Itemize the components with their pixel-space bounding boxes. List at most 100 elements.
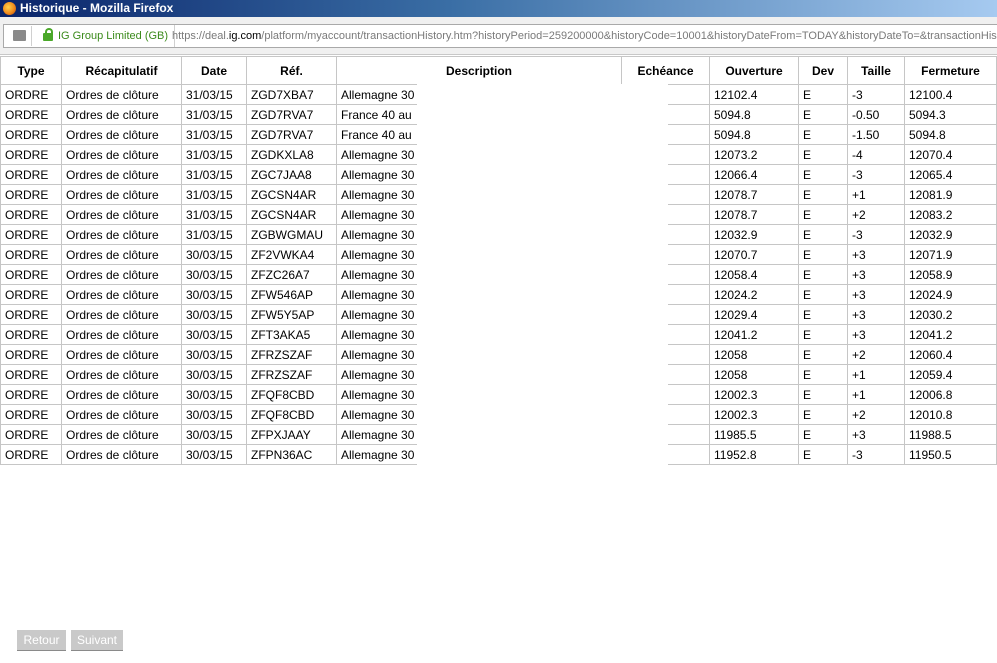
cell-type: ORDRE (0, 424, 62, 445)
cell-dev: E (798, 324, 848, 345)
cell-ref: ZGD7RVA7 (246, 124, 337, 145)
cell-type: ORDRE (0, 364, 62, 385)
cell-dev: E (798, 184, 848, 205)
column-header-type: Type (0, 56, 62, 85)
cell-recapitulatif: Ordres de clôture (61, 284, 182, 305)
cell-dev: E (798, 244, 848, 265)
cell-ouverture: 12024.2 (709, 284, 799, 305)
column-header-echeance: Echéance (621, 56, 710, 85)
cell-ref: ZGCSN4AR (246, 204, 337, 225)
cell-recapitulatif: Ordres de clôture (61, 84, 182, 105)
cell-recapitulatif: Ordres de clôture (61, 364, 182, 385)
cell-dev: E (798, 124, 848, 145)
cell-type: ORDRE (0, 204, 62, 225)
cell-ouverture: 12078.7 (709, 204, 799, 225)
suivant-button[interactable]: Suivant (71, 630, 123, 651)
cell-type: ORDRE (0, 404, 62, 425)
cell-date: 31/03/15 (181, 144, 247, 165)
cell-type: ORDRE (0, 224, 62, 245)
cell-taille: +3 (847, 304, 905, 325)
cell-taille: -4 (847, 144, 905, 165)
url-path: /platform/myaccount/transactionHistory.h… (261, 30, 997, 42)
cell-taille: +3 (847, 284, 905, 305)
cell-ouverture: 5094.8 (709, 104, 799, 125)
column-header-fermeture: Fermeture (904, 56, 997, 85)
cell-dev: E (798, 304, 848, 325)
url-field[interactable]: IG Group Limited (GB) https://deal.ig.co… (3, 24, 997, 48)
cell-dev: E (798, 444, 848, 465)
cell-recapitulatif: Ordres de clôture (61, 444, 182, 465)
cell-taille: +3 (847, 244, 905, 265)
cell-ouverture: 12066.4 (709, 164, 799, 185)
cell-ouverture: 12058.4 (709, 264, 799, 285)
cell-recapitulatif: Ordres de clôture (61, 404, 182, 425)
cell-taille: +2 (847, 204, 905, 225)
cell-date: 31/03/15 (181, 184, 247, 205)
cell-taille: +2 (847, 404, 905, 425)
cell-ref: ZFQF8CBD (246, 384, 337, 405)
cell-dev: E (798, 224, 848, 245)
cell-recapitulatif: Ordres de clôture (61, 304, 182, 325)
cell-date: 30/03/15 (181, 304, 247, 325)
redaction-overlay (417, 84, 668, 483)
table-header: Type Récapitulatif Date Réf. Description Eché… (0, 56, 997, 85)
cell-ref: ZGDKXLA8 (246, 144, 337, 165)
cell-fermeture: 12024.9 (904, 284, 997, 305)
cell-ref: ZFPXJAAY (246, 424, 337, 445)
column-header-description: Description (336, 56, 622, 85)
cell-date: 30/03/15 (181, 384, 247, 405)
cell-date: 31/03/15 (181, 204, 247, 225)
cell-ouverture: 11985.5 (709, 424, 799, 445)
cell-taille: -1.50 (847, 124, 905, 145)
cell-ouverture: 12070.7 (709, 244, 799, 265)
cell-recapitulatif: Ordres de clôture (61, 264, 182, 285)
column-header-dev: Dev (798, 56, 848, 85)
cell-recapitulatif: Ordres de clôture (61, 224, 182, 245)
cell-fermeture: 12065.4 (904, 164, 997, 185)
cell-type: ORDRE (0, 84, 62, 105)
table-header-row: Type Récapitulatif Date Réf. Description Eché… (0, 56, 997, 85)
site-identity-button[interactable]: IG Group Limited (GB) (40, 25, 176, 47)
cell-recapitulatif: Ordres de clôture (61, 384, 182, 405)
cell-ref: ZFQF8CBD (246, 404, 337, 425)
cell-ouverture: 12032.9 (709, 224, 799, 245)
cell-taille: +1 (847, 384, 905, 405)
cell-ref: ZFW5Y5AP (246, 304, 337, 325)
cell-ref: ZF2VWKA4 (246, 244, 337, 265)
cell-date: 31/03/15 (181, 104, 247, 125)
cell-date: 30/03/15 (181, 324, 247, 345)
cell-dev: E (798, 424, 848, 445)
cell-dev: E (798, 204, 848, 225)
cell-ref: ZGBWGMAU (246, 224, 337, 245)
cell-date: 30/03/15 (181, 244, 247, 265)
cell-taille: -3 (847, 444, 905, 465)
cell-taille: -3 (847, 224, 905, 245)
cell-taille: -3 (847, 84, 905, 105)
retour-button[interactable]: Retour (17, 630, 66, 651)
column-header-recapitulatif: Récapitulatif (61, 56, 182, 85)
cell-dev: E (798, 144, 848, 165)
cell-ref: ZGD7RVA7 (246, 104, 337, 125)
url-text[interactable]: https://deal.ig.com/platform/myaccount/t… (172, 25, 997, 47)
cell-taille: +1 (847, 364, 905, 385)
page-info-button[interactable] (6, 26, 32, 46)
cell-ouverture: 12078.7 (709, 184, 799, 205)
cell-fermeture: 12058.9 (904, 264, 997, 285)
cell-type: ORDRE (0, 264, 62, 285)
cell-type: ORDRE (0, 144, 62, 165)
cell-ref: ZFPN36AC (246, 444, 337, 465)
cell-fermeture: 12100.4 (904, 84, 997, 105)
navigation-bar: IG Group Limited (GB) https://deal.ig.co… (0, 17, 997, 55)
cell-recapitulatif: Ordres de clôture (61, 144, 182, 165)
cell-ref: ZGCSN4AR (246, 184, 337, 205)
cell-recapitulatif: Ordres de clôture (61, 124, 182, 145)
cell-ouverture: 12073.2 (709, 144, 799, 165)
lock-icon (43, 28, 53, 41)
cell-ref: ZFZC26A7 (246, 264, 337, 285)
cell-ref: ZFRZSZAF (246, 364, 337, 385)
cell-fermeture: 12010.8 (904, 404, 997, 425)
cell-ouverture: 12058 (709, 344, 799, 365)
cell-dev: E (798, 364, 848, 385)
cell-dev: E (798, 164, 848, 185)
cell-fermeture: 5094.8 (904, 124, 997, 145)
